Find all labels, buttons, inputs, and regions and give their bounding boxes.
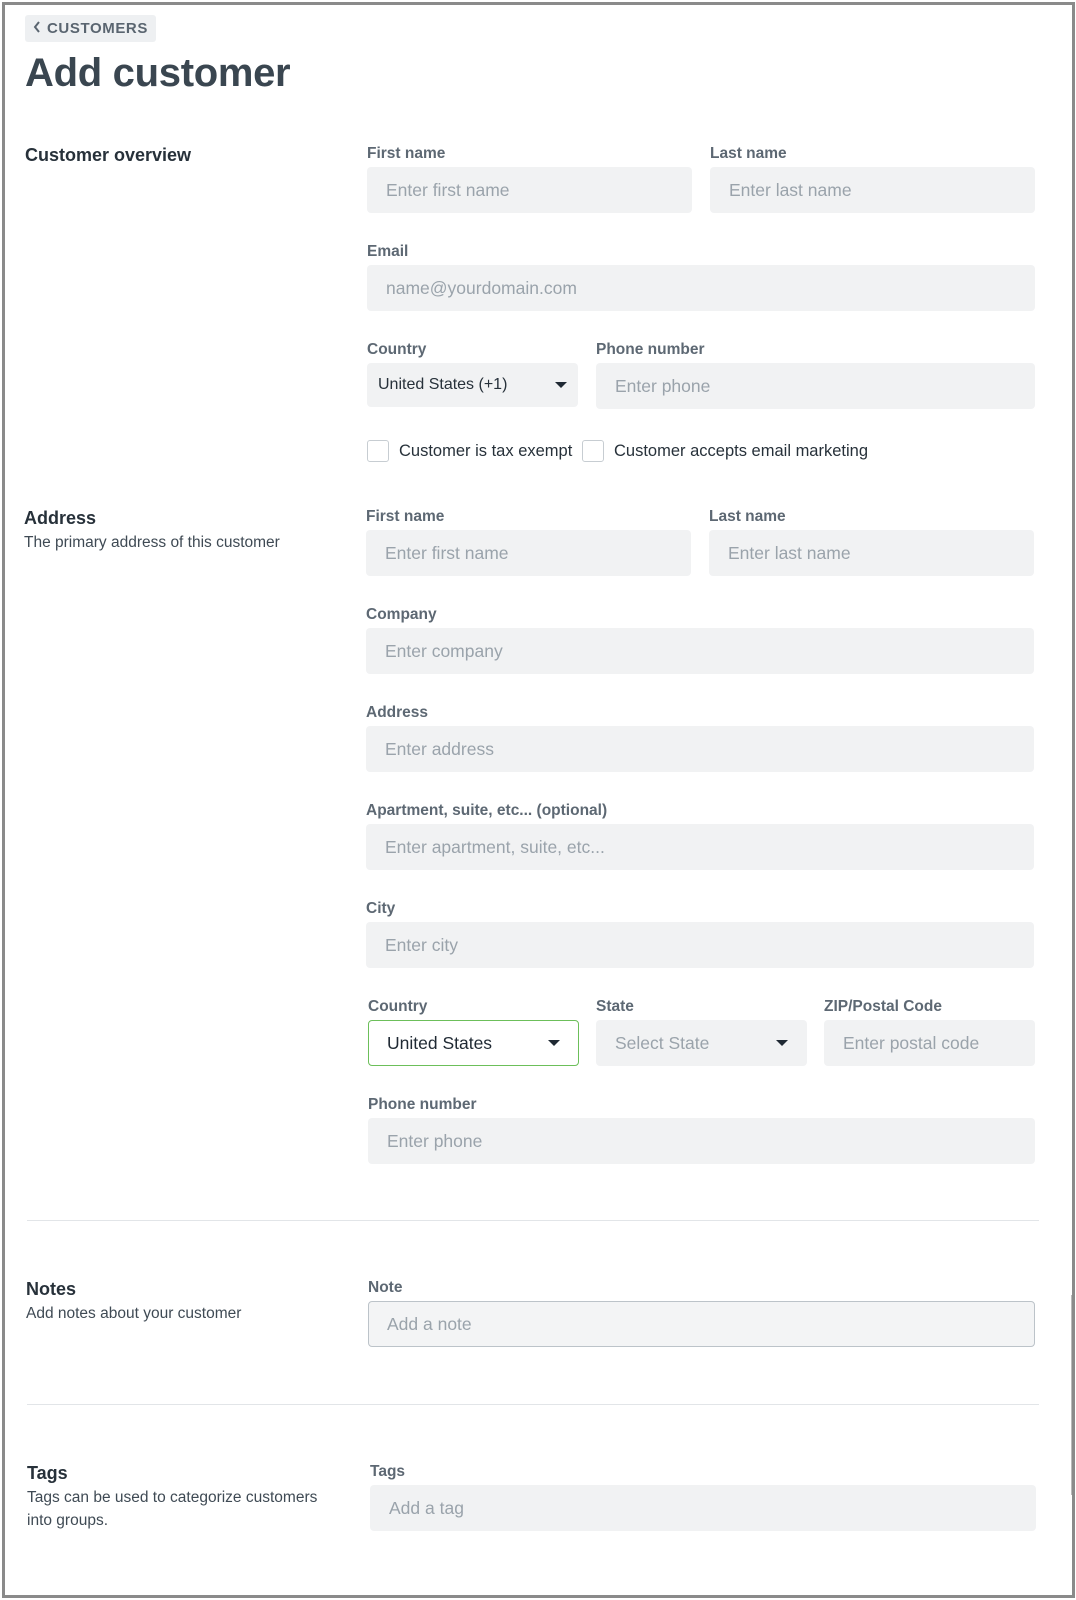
overview-section-title: Customer overview — [25, 145, 192, 165]
company-input[interactable]: Enter company — [366, 628, 1034, 674]
apartment-input[interactable]: Enter apartment, suite, etc... — [366, 824, 1034, 870]
tags-input[interactable]: Add a tag — [370, 1485, 1036, 1531]
email-label: Email — [367, 243, 409, 260]
app-frame: CUSTOMERS Add customer Customer overview… — [2, 2, 1075, 1598]
tags-section-title: Tags — [27, 1463, 68, 1483]
city-input[interactable]: Enter city — [366, 922, 1034, 968]
note-input[interactable]: Add a note — [368, 1301, 1035, 1347]
zip-input[interactable]: Enter postal code — [824, 1020, 1035, 1066]
caret-down-icon — [555, 382, 567, 388]
email-marketing-checkbox[interactable] — [582, 440, 604, 462]
address-section-title: Address — [24, 508, 97, 528]
notes-section-title: Notes — [26, 1279, 77, 1299]
tags-section-description-line2: into groups. — [27, 1512, 108, 1529]
email-marketing-label: Customer accepts email marketing — [614, 441, 869, 460]
address-phone-label: Phone number — [368, 1096, 477, 1113]
state-select[interactable]: Select State — [596, 1020, 807, 1066]
caret-down-icon — [548, 1040, 560, 1046]
phone-country-label: Country — [367, 341, 427, 358]
section-divider — [27, 1404, 1039, 1405]
notes-section-description: Add notes about your customer — [26, 1305, 242, 1322]
last-name-input[interactable]: Enter last name — [710, 167, 1035, 213]
email-marketing-option[interactable]: Customer accepts email marketing — [582, 440, 868, 462]
first-name-label: First name — [367, 145, 446, 162]
address-first-name-label: First name — [366, 508, 445, 525]
apartment-label: Apartment, suite, etc... (optional) — [366, 802, 608, 819]
phone-country-select[interactable]: United States (+1) — [367, 363, 578, 407]
address-input[interactable]: Enter address — [366, 726, 1034, 772]
state-placeholder: Select State — [615, 1032, 710, 1053]
first-name-input[interactable]: Enter first name — [367, 167, 692, 213]
section-divider — [27, 1220, 1039, 1221]
back-link-label: CUSTOMERS — [47, 20, 148, 37]
chevron-left-icon — [33, 20, 40, 33]
tags-section-description-line1: Tags can be used to categorize customers — [27, 1489, 318, 1506]
address-first-name-input[interactable]: Enter first name — [366, 530, 691, 576]
address-last-name-label: Last name — [709, 508, 786, 525]
address-section-description: The primary address of this customer — [24, 534, 280, 551]
zip-label: ZIP/Postal Code — [824, 998, 942, 1015]
phone-label: Phone number — [596, 341, 705, 358]
last-name-label: Last name — [710, 145, 787, 162]
tags-label: Tags — [370, 1463, 406, 1480]
phone-country-value: United States (+1) — [378, 376, 508, 393]
tax-exempt-label: Customer is tax exempt — [399, 441, 573, 460]
note-label: Note — [368, 1279, 403, 1296]
address-phone-input[interactable]: Enter phone — [368, 1118, 1035, 1164]
tax-exempt-checkbox[interactable] — [367, 440, 389, 462]
company-label: Company — [366, 606, 437, 623]
page-title: Add customer — [25, 51, 291, 95]
email-input[interactable]: name@yourdomain.com — [367, 265, 1035, 311]
address-label: Address — [366, 704, 429, 721]
phone-input[interactable]: Enter phone — [596, 363, 1035, 409]
address-last-name-input[interactable]: Enter last name — [709, 530, 1034, 576]
back-to-customers-link[interactable]: CUSTOMERS — [25, 15, 156, 42]
scrollbar[interactable] — [1071, 1295, 1072, 1495]
address-country-select[interactable]: United States — [368, 1020, 579, 1066]
state-label: State — [596, 998, 634, 1015]
address-country-label: Country — [368, 998, 428, 1015]
caret-down-icon — [776, 1040, 788, 1046]
city-label: City — [366, 900, 396, 917]
tax-exempt-option[interactable]: Customer is tax exempt — [367, 440, 572, 462]
address-country-value: United States — [387, 1032, 493, 1053]
